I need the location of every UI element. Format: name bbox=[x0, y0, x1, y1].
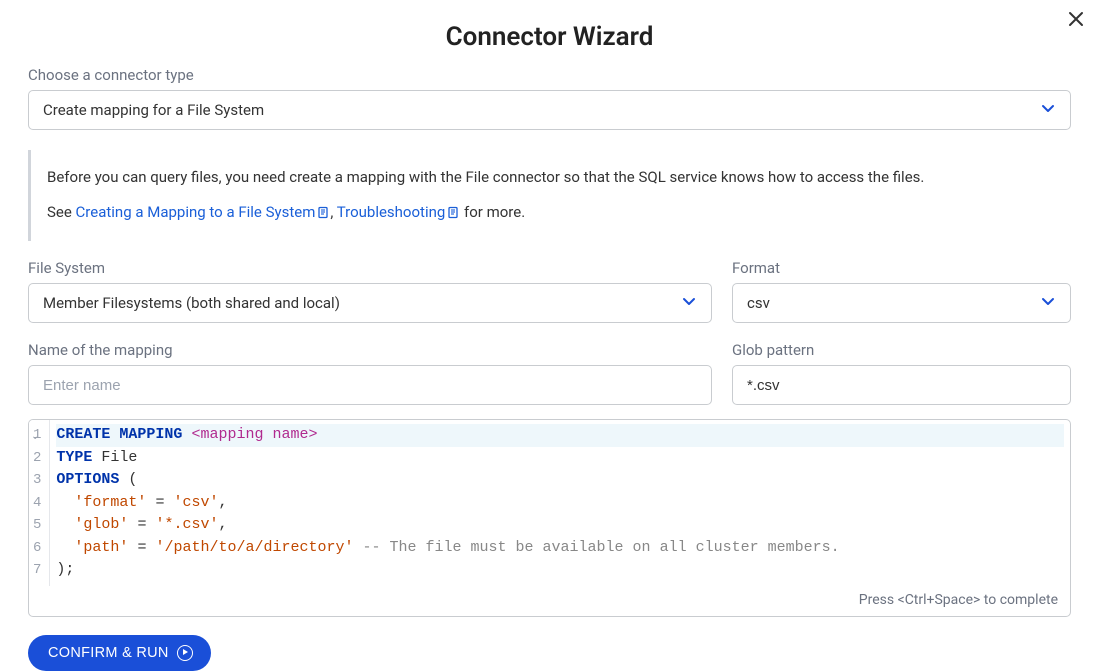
glob-input[interactable] bbox=[732, 365, 1071, 405]
sql-editor[interactable]: ⌄ 1 2 3 4 5 6 7 CREATE MAPPING <mapping … bbox=[28, 419, 1071, 617]
code-area[interactable]: CREATE MAPPING <mapping name>TYPE FileOP… bbox=[50, 420, 1070, 586]
chevron-down-icon bbox=[681, 293, 697, 313]
link-creating-mapping[interactable]: Creating a Mapping to a File System bbox=[76, 203, 331, 221]
page-title: Connector Wizard bbox=[28, 22, 1071, 52]
editor-hint: Press <Ctrl+Space> to complete bbox=[29, 586, 1070, 616]
link-troubleshooting-label: Troubleshooting bbox=[337, 203, 446, 221]
wizard-container: Connector Wizard Choose a connector type… bbox=[0, 0, 1099, 671]
file-system-value: Member Filesystems (both shared and loca… bbox=[43, 294, 340, 312]
line-number: 5 bbox=[33, 514, 43, 537]
chevron-down-icon bbox=[1040, 293, 1056, 313]
file-system-label: File System bbox=[28, 259, 712, 277]
line-number: 7 bbox=[33, 559, 43, 582]
editor-gutter: ⌄ 1 2 3 4 5 6 7 bbox=[29, 420, 50, 586]
connector-type-value: Create mapping for a File System bbox=[43, 101, 264, 119]
info-box: Before you can query files, you need cre… bbox=[28, 150, 1071, 241]
line-number: 3 bbox=[33, 469, 43, 492]
glob-label: Glob pattern bbox=[732, 341, 1071, 359]
chevron-down-icon bbox=[1040, 100, 1056, 120]
line-number: 4 bbox=[33, 492, 43, 515]
format-label: Format bbox=[732, 259, 1071, 277]
format-value: csv bbox=[747, 294, 770, 312]
link-creating-mapping-label: Creating a Mapping to a File System bbox=[76, 203, 316, 221]
line-number: 6 bbox=[33, 537, 43, 560]
mapping-name-input[interactable] bbox=[28, 365, 712, 405]
fold-icon[interactable]: ⌄ bbox=[31, 427, 39, 450]
format-select[interactable]: csv bbox=[732, 283, 1071, 323]
close-icon[interactable] bbox=[1067, 10, 1085, 32]
info-text-2: See Creating a Mapping to a File System,… bbox=[47, 201, 1055, 226]
info-text-1: Before you can query files, you need cre… bbox=[47, 166, 1055, 189]
mapping-name-label: Name of the mapping bbox=[28, 341, 712, 359]
info-see-prefix: See bbox=[47, 203, 76, 221]
connector-type-label: Choose a connector type bbox=[28, 66, 1071, 84]
file-system-select[interactable]: Member Filesystems (both shared and loca… bbox=[28, 283, 712, 323]
external-doc-icon bbox=[447, 203, 460, 226]
link-troubleshooting[interactable]: Troubleshooting bbox=[337, 203, 461, 221]
line-number: 2 bbox=[33, 447, 43, 470]
connector-type-select[interactable]: Create mapping for a File System bbox=[28, 90, 1071, 130]
external-doc-icon bbox=[317, 203, 330, 226]
info-suffix: for more. bbox=[460, 203, 525, 221]
